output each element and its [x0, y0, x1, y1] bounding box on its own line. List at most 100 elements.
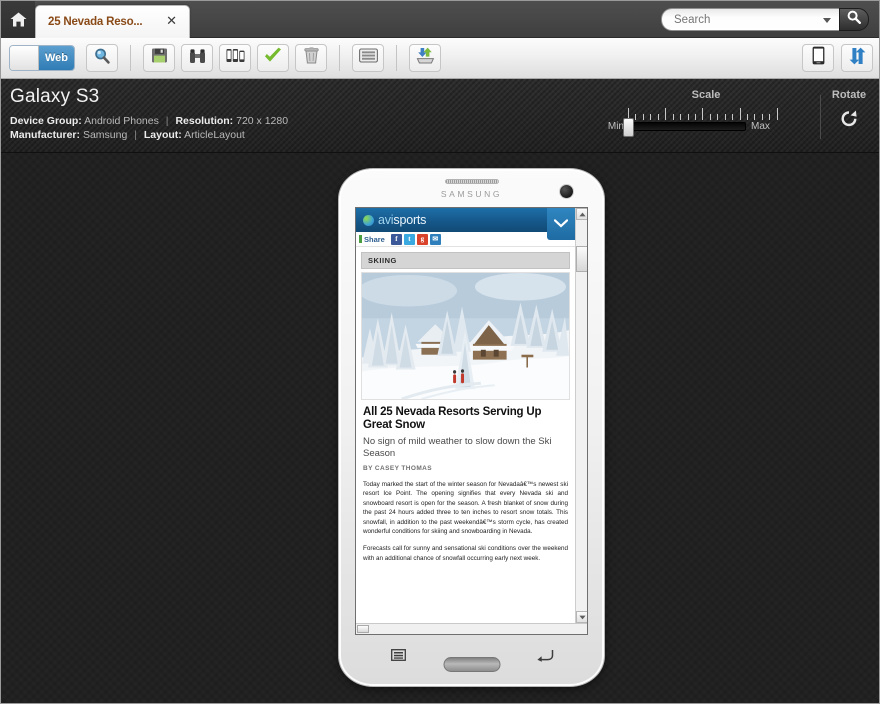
layout-value: ArticleLayout: [184, 129, 245, 141]
page-vertical-scrollbar[interactable]: [575, 208, 587, 623]
search-box[interactable]: [661, 8, 839, 31]
device-meta-line-1: Device Group: Android Phones | Resolutio…: [10, 115, 288, 127]
twitter-share-icon[interactable]: t: [403, 233, 415, 245]
bookmark-icon: [359, 235, 362, 243]
scale-slider-handle[interactable]: [623, 118, 634, 137]
site-name-part2: sports: [393, 213, 427, 227]
approve-button[interactable]: [257, 44, 289, 72]
preview-canvas: SAMSUNG avisports Share f t g ✉ SKIING A…: [1, 153, 879, 703]
scroll-up-arrow-icon[interactable]: [576, 208, 587, 220]
sync-button[interactable]: [841, 44, 873, 72]
toolbar-separator: [339, 45, 340, 71]
device-meta-line-2: Manufacturer: Samsung | Layout: ArticleL…: [10, 129, 245, 141]
list-view-button[interactable]: [352, 44, 384, 72]
mobile-preview-button[interactable]: [802, 44, 834, 72]
manufacturer-value: Samsung: [82, 129, 128, 141]
multi-device-icon: [226, 48, 245, 68]
rotate-control: Rotate: [823, 89, 875, 134]
app-window: 25 Nevada Reso... ✕ Web: [0, 0, 880, 704]
chevron-down-icon[interactable]: [823, 18, 831, 23]
snow-scene-illustration: [362, 273, 569, 399]
toggle-knob: [10, 46, 39, 70]
article-headline: All 25 Nevada Resorts Serving Up Great S…: [363, 406, 542, 431]
email-share-icon[interactable]: ✉: [429, 233, 441, 245]
site-name-part1: avi: [378, 213, 394, 227]
sync-arrows-icon: [848, 47, 867, 70]
page-horizontal-scrollbar[interactable]: [356, 623, 587, 634]
article-paragraph: Forecasts call for sunny and sensational…: [363, 545, 568, 562]
device-group-label: Device Group:: [10, 115, 82, 127]
scale-title: Scale: [691, 89, 721, 101]
smartphone-icon: [812, 46, 825, 70]
toolbar-separator: [396, 45, 397, 71]
header-divider: [820, 95, 821, 139]
magnifier-icon: [93, 47, 111, 70]
scale-max-label: Max: [751, 121, 770, 132]
chevron-down-icon: [553, 215, 569, 233]
article-paragraph: Today marked the start of the winter sea…: [363, 481, 568, 536]
site-header: avisports: [356, 208, 575, 240]
browser-tab[interactable]: 25 Nevada Reso... ✕: [35, 5, 190, 38]
scale-control: Scale Min Max: [606, 89, 806, 137]
article-subhead: No sign of mild weather to slow down the…: [363, 436, 552, 459]
scroll-thumb[interactable]: [576, 246, 587, 272]
device-info-header: Galaxy S3 Device Group: Android Phones |…: [1, 79, 879, 153]
section-kicker: SKIING: [361, 252, 570, 269]
googleplus-share-icon[interactable]: g: [416, 233, 428, 245]
manufacturer-label: Manufacturer:: [10, 129, 81, 141]
share-label-group[interactable]: Share: [359, 235, 385, 244]
tab-title: 25 Nevada Reso...: [48, 16, 143, 28]
share-bar: Share f t g ✉: [356, 232, 575, 247]
scroll-down-arrow-icon[interactable]: [576, 611, 587, 623]
search-input[interactable]: [674, 13, 824, 26]
rotate-title: Rotate: [831, 89, 867, 101]
devices-button[interactable]: [219, 44, 251, 72]
device-name: Galaxy S3: [10, 86, 100, 107]
site-menu-toggle[interactable]: [547, 208, 575, 240]
import-arrows-icon: [416, 47, 435, 69]
scale-ticks: [628, 107, 778, 120]
back-key-icon[interactable]: [536, 649, 554, 667]
meta-separator: |: [165, 115, 169, 127]
scroll-thumb[interactable]: [357, 625, 369, 633]
device-brand: SAMSUNG: [440, 189, 503, 199]
main-toolbar: Web: [1, 38, 879, 79]
kicker-wrap: SKIING: [356, 247, 575, 269]
page-viewport: avisports Share f t g ✉ SKIING All 25 Ne…: [356, 208, 575, 623]
article-image: [361, 272, 570, 400]
search-icon: [847, 10, 862, 29]
site-logo[interactable]: avisports: [363, 213, 426, 227]
list-rows-icon: [358, 48, 378, 68]
site-name: avisports: [378, 213, 426, 227]
floppy-disk-icon: [151, 47, 168, 69]
resolution-label: Resolution:: [175, 115, 234, 127]
toolbar-separator: [130, 45, 131, 71]
scale-slider[interactable]: [623, 118, 746, 137]
rotate-cw-icon[interactable]: [823, 109, 875, 134]
meta-separator: |: [134, 129, 137, 141]
web-toggle-label: Web: [39, 46, 74, 70]
home-icon: [10, 12, 27, 27]
delete-button[interactable]: [295, 44, 327, 72]
web-mode-toggle[interactable]: Web: [9, 45, 75, 71]
home-key-icon[interactable]: [443, 657, 500, 672]
share-label: Share: [364, 234, 385, 244]
preview-search-button[interactable]: [86, 44, 118, 72]
search-submit-button[interactable]: [839, 8, 869, 31]
compare-button[interactable]: [181, 44, 213, 72]
facebook-share-icon[interactable]: f: [390, 233, 402, 245]
close-icon[interactable]: ✕: [166, 15, 177, 28]
search-area: [661, 8, 869, 31]
trash-icon: [303, 47, 319, 69]
earpiece-speaker: [444, 179, 499, 184]
avisports-swirl-icon: [363, 214, 374, 226]
home-button[interactable]: [1, 1, 35, 38]
menu-key-icon[interactable]: [391, 648, 406, 666]
front-camera: [560, 185, 573, 198]
tab-bar: 25 Nevada Reso... ✕: [1, 1, 879, 38]
save-button[interactable]: [143, 44, 175, 72]
device-screen: avisports Share f t g ✉ SKIING All 25 Ne…: [355, 207, 588, 635]
article-byline: BY CASEY THOMAS: [363, 465, 432, 472]
import-button[interactable]: [409, 44, 441, 72]
resolution-value: 720 x 1280: [236, 115, 289, 127]
